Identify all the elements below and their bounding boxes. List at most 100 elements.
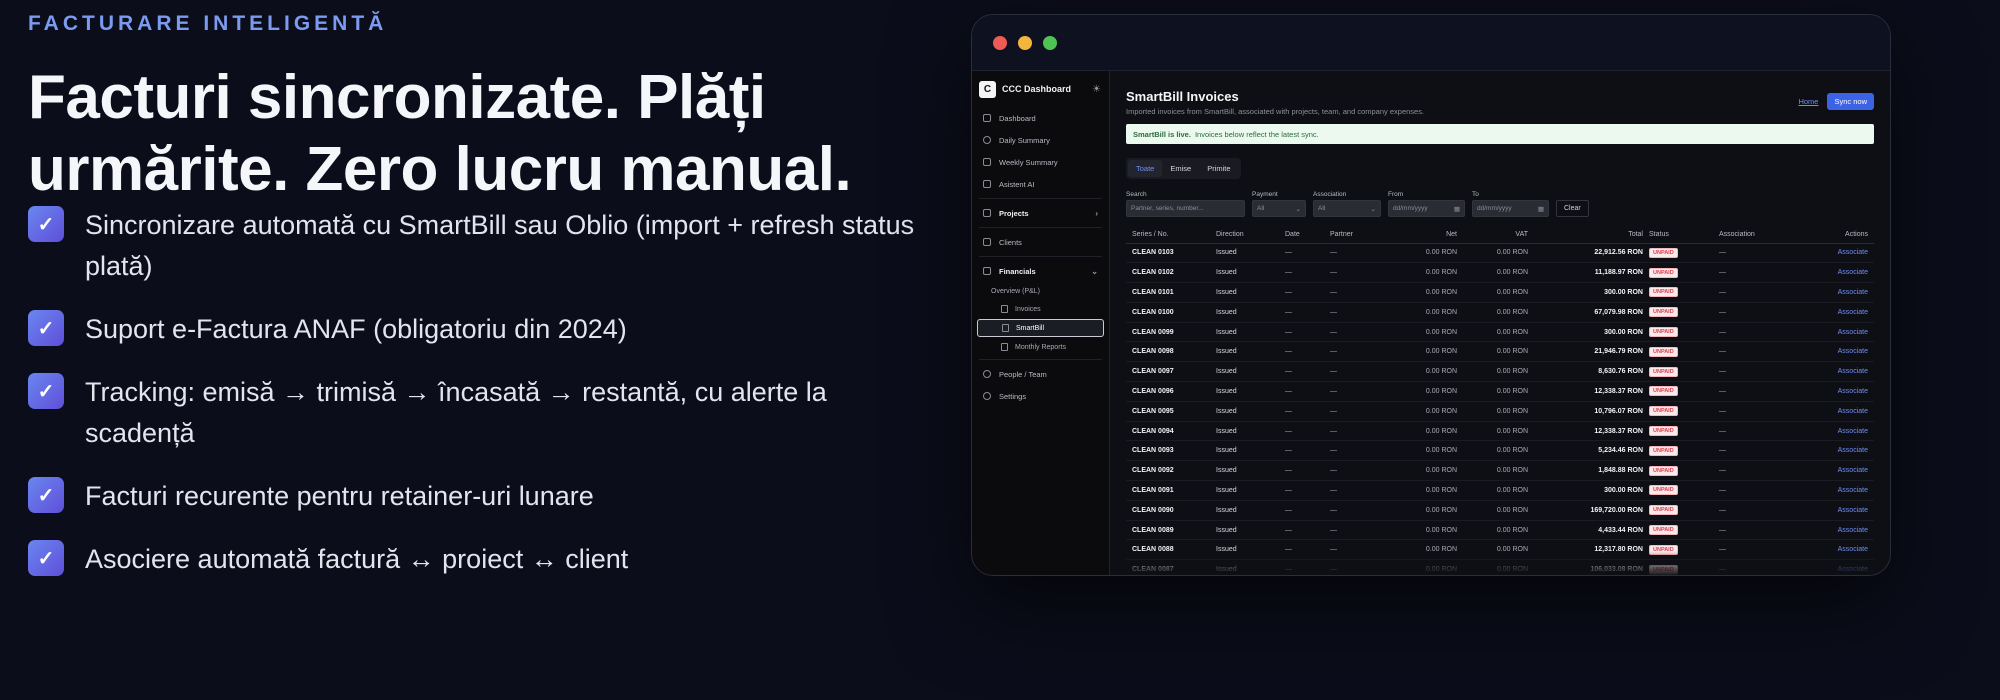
cell-association: — xyxy=(1713,539,1805,561)
folder-icon xyxy=(983,209,991,217)
cell-total: 21,946.79 RON xyxy=(1528,341,1643,363)
home-link[interactable]: Home xyxy=(1798,97,1818,106)
column-header[interactable]: Series / No. xyxy=(1126,227,1216,244)
associate-link[interactable]: Associate xyxy=(1838,289,1868,296)
cell-date: — xyxy=(1285,381,1330,402)
sidebar-item-monthly-reports[interactable]: Monthly Reports xyxy=(977,338,1104,356)
associate-link[interactable]: Associate xyxy=(1838,329,1868,336)
cell-partner: — xyxy=(1330,243,1386,264)
cell-direction: Issued xyxy=(1216,520,1285,541)
sidebar-item-daily-summary[interactable]: Daily Summary xyxy=(977,129,1104,151)
table-row[interactable]: CLEAN 0103 Issued — —0.00 RON 0.00 RON 22,912… xyxy=(1126,243,1874,264)
clear-filters-button[interactable]: Clear xyxy=(1556,200,1589,217)
cell-date: — xyxy=(1285,520,1330,541)
associate-link[interactable]: Associate xyxy=(1838,269,1868,276)
table-row[interactable]: CLEAN 0088 Issued — —0.00 RON 0.00 RON 12,317… xyxy=(1126,539,1874,561)
table-row[interactable]: CLEAN 0102 Issued — —0.00 RON 0.00 RON 11,188… xyxy=(1126,262,1874,284)
sidebar-divider xyxy=(979,198,1102,199)
cell-series: CLEAN 0088 xyxy=(1126,539,1216,561)
associate-link[interactable]: Associate xyxy=(1838,467,1868,474)
table-row[interactable]: CLEAN 0100 Issued — —0.00 RON 0.00 RON 67,079… xyxy=(1126,302,1874,323)
associate-link[interactable]: Associate xyxy=(1838,487,1868,494)
table-row[interactable]: CLEAN 0090 Issued — —0.00 RON 0.00 RON 169,72… xyxy=(1126,500,1874,521)
from-date-input[interactable]: dd/mm/yyyy ▦ xyxy=(1388,200,1465,217)
sun-icon[interactable]: ☀ xyxy=(1092,84,1104,95)
associate-link[interactable]: Associate xyxy=(1838,249,1868,256)
maximize-window-icon[interactable] xyxy=(1043,35,1057,50)
associate-link[interactable]: Associate xyxy=(1838,309,1868,316)
cell-association: — xyxy=(1713,500,1805,521)
tab-emise[interactable]: Emise xyxy=(1162,160,1199,177)
cell-partner: — xyxy=(1330,322,1386,343)
close-window-icon[interactable] xyxy=(993,35,1007,50)
status-badge: UNPAID xyxy=(1649,505,1678,516)
sidebar-item-assistant[interactable]: Asistent AI xyxy=(977,173,1104,195)
sync-now-button[interactable]: Sync now xyxy=(1827,93,1874,110)
search-input[interactable]: Partner, series, number... xyxy=(1126,200,1245,217)
to-date-input[interactable]: dd/mm/yyyy ▦ xyxy=(1472,200,1549,217)
column-header[interactable]: Status xyxy=(1643,227,1713,244)
associate-link[interactable]: Associate xyxy=(1838,408,1868,415)
cell-series: CLEAN 0096 xyxy=(1126,381,1216,402)
column-header[interactable]: Partner xyxy=(1330,227,1386,244)
sidebar-item-invoices[interactable]: Invoices xyxy=(977,300,1104,318)
table-row[interactable]: CLEAN 0092 Issued — —0.00 RON 0.00 RON 1,848.… xyxy=(1126,460,1874,482)
table-row[interactable]: CLEAN 0095 Issued — —0.00 RON 0.00 RON 10,796… xyxy=(1126,401,1874,422)
table-row[interactable]: CLEAN 0101 Issued — —0.00 RON 0.00 RON 300.00… xyxy=(1126,282,1874,303)
column-header[interactable]: Net xyxy=(1386,227,1457,244)
minimize-window-icon[interactable] xyxy=(1018,35,1032,50)
brand: C CCC Dashboard ☀ xyxy=(977,79,1104,99)
column-header[interactable]: Actions xyxy=(1805,227,1874,244)
from-date-filter: From dd/mm/yyyy ▦ xyxy=(1388,191,1465,217)
associate-link[interactable]: Associate xyxy=(1838,428,1868,435)
table-row[interactable]: CLEAN 0097 Issued — —0.00 RON 0.00 RON 8,630.… xyxy=(1126,361,1874,383)
status-badge: UNPAID xyxy=(1649,287,1678,298)
table-row[interactable]: CLEAN 0093 Issued — —0.00 RON 0.00 RON 5,234.… xyxy=(1126,440,1874,462)
bot-icon xyxy=(983,180,991,188)
associate-link[interactable]: Associate xyxy=(1838,507,1868,514)
sidebar-item-projects[interactable]: Projects › xyxy=(977,202,1104,224)
associate-link[interactable]: Associate xyxy=(1838,447,1868,454)
sidebar-item-dashboard[interactable]: Dashboard xyxy=(977,107,1104,129)
associate-link[interactable]: Associate xyxy=(1838,566,1868,573)
cell-net: 0.00 RON xyxy=(1386,421,1457,442)
cell-actions: Associate xyxy=(1805,322,1874,343)
table-row[interactable]: CLEAN 0091 Issued — —0.00 RON 0.00 RON 300.00… xyxy=(1126,480,1874,501)
table-row[interactable]: CLEAN 0098 Issued — —0.00 RON 0.00 RON 21,946… xyxy=(1126,341,1874,363)
sidebar-item-smartbill[interactable]: SmartBill xyxy=(977,319,1104,337)
column-header[interactable]: VAT xyxy=(1457,227,1528,244)
sidebar-item-weekly-summary[interactable]: Weekly Summary xyxy=(977,151,1104,173)
column-header[interactable]: Association xyxy=(1713,227,1805,244)
cell-direction: Issued xyxy=(1216,361,1285,383)
column-header[interactable]: Date xyxy=(1285,227,1330,244)
cell-status: UNPAID xyxy=(1643,302,1713,323)
sidebar-item-settings[interactable]: Settings xyxy=(977,385,1104,407)
sidebar-item-financials[interactable]: Financials ⌄ xyxy=(977,260,1104,282)
cell-direction: Issued xyxy=(1216,440,1285,462)
associate-link[interactable]: Associate xyxy=(1838,546,1868,553)
tab-primite[interactable]: Primite xyxy=(1199,160,1238,177)
cell-net: 0.00 RON xyxy=(1386,480,1457,501)
tab-toate[interactable]: Toate xyxy=(1128,160,1163,177)
sidebar-item-overview[interactable]: Overview (P&L) xyxy=(977,282,1104,300)
cell-series: CLEAN 0094 xyxy=(1126,421,1216,442)
associate-link[interactable]: Associate xyxy=(1838,368,1868,375)
sidebar-item-people[interactable]: People / Team xyxy=(977,363,1104,385)
association-value: All xyxy=(1318,205,1326,212)
column-header[interactable]: Direction xyxy=(1216,227,1285,244)
table-row[interactable]: CLEAN 0089 Issued — —0.00 RON 0.00 RON 4,433.… xyxy=(1126,520,1874,541)
sun-small-icon xyxy=(983,136,991,144)
table-row[interactable]: CLEAN 0096 Issued — —0.00 RON 0.00 RON 12,338… xyxy=(1126,381,1874,402)
sidebar-item-label: Projects xyxy=(999,208,1029,218)
associate-link[interactable]: Associate xyxy=(1838,388,1868,395)
associate-link[interactable]: Associate xyxy=(1838,527,1868,534)
payment-select[interactable]: All ⌄ xyxy=(1252,200,1306,217)
association-select[interactable]: All ⌄ xyxy=(1313,200,1381,217)
cell-series: CLEAN 0095 xyxy=(1126,401,1216,422)
column-header[interactable]: Total xyxy=(1528,227,1643,244)
table-row[interactable]: CLEAN 0099 Issued — —0.00 RON 0.00 RON 300.00… xyxy=(1126,322,1874,343)
associate-link[interactable]: Associate xyxy=(1838,348,1868,355)
sidebar-item-clients[interactable]: Clients xyxy=(977,231,1104,253)
table-row[interactable]: CLEAN 0094 Issued — —0.00 RON 0.00 RON 12,338… xyxy=(1126,421,1874,442)
table-row[interactable]: CLEAN 0087 Issued — —0.00 RON 0.00 RON 106,03… xyxy=(1126,559,1874,575)
